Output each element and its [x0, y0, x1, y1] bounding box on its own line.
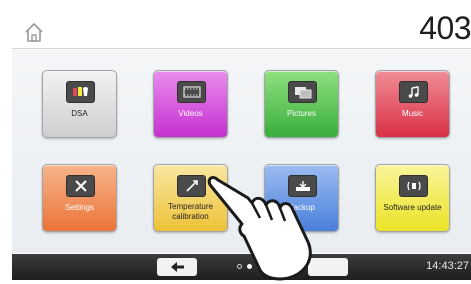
dsa-icon [66, 81, 95, 103]
settings-tile[interactable]: Settings [42, 164, 117, 232]
music-tile[interactable]: Music [375, 70, 450, 138]
software-update-tile[interactable]: Software update [375, 164, 450, 232]
top-bar: 403° [12, 8, 471, 49]
tile-label: DSA [71, 109, 88, 118]
arrow-left-icon [171, 262, 184, 272]
tile-label: Videos [178, 109, 203, 118]
pictures-icon [288, 81, 317, 103]
pictures-tile[interactable]: Pictures [264, 70, 339, 138]
videos-tile[interactable]: Videos [153, 70, 228, 138]
clock: 14:43:27 [426, 260, 469, 272]
temperature-value: 403 [419, 10, 471, 46]
tile-label: Software update [383, 203, 442, 212]
home-icon[interactable] [23, 21, 45, 43]
tile-label: Settings [65, 203, 94, 212]
video-icon [177, 81, 206, 103]
tile-label: Pictures [287, 109, 316, 118]
settings-icon [66, 175, 95, 197]
dsa-tile[interactable]: DSA [42, 70, 117, 138]
pointing-hand-icon [207, 176, 312, 281]
software-update-icon [399, 175, 428, 197]
music-icon [399, 81, 428, 103]
temperature-display: 403° [419, 10, 471, 47]
tile-label: Music [402, 109, 423, 118]
back-button[interactable] [157, 258, 197, 276]
